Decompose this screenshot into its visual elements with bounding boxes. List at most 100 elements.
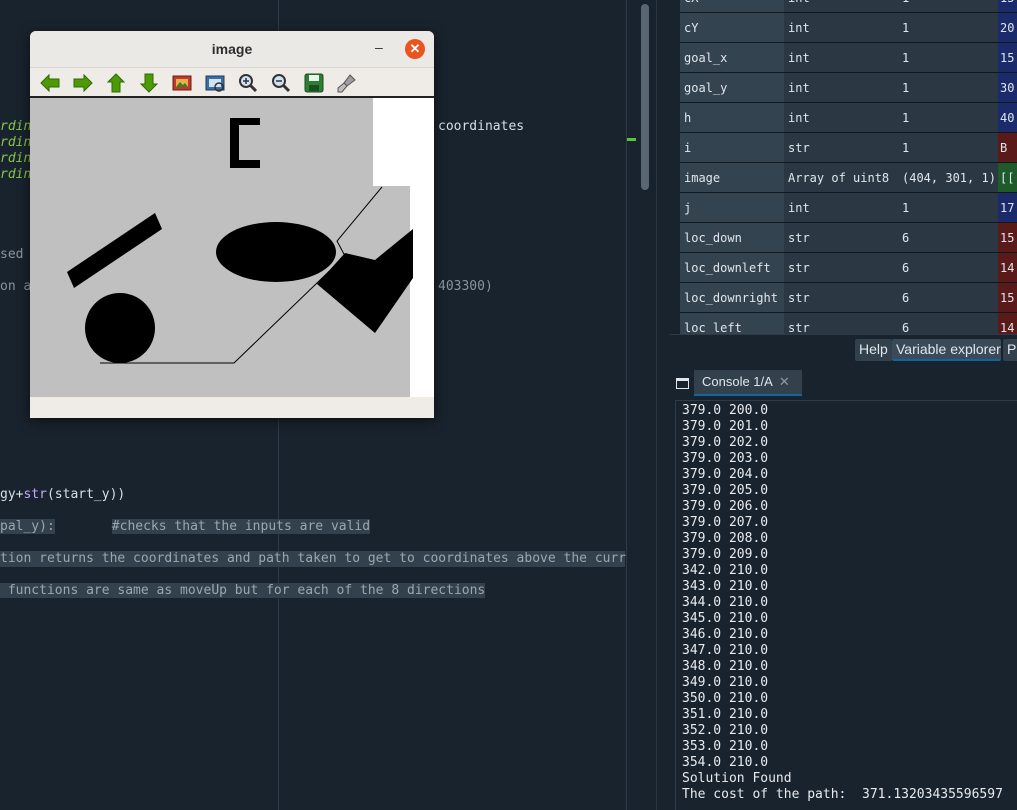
ellipse-obstacle [216, 222, 336, 282]
arrow-up-icon[interactable] [105, 72, 127, 94]
console-window-icon[interactable] [676, 378, 689, 389]
variable-value: 30 [998, 73, 1017, 102]
variable-type: str [784, 253, 898, 282]
variable-name: j [680, 193, 784, 222]
code-fragment: gy+ [0, 487, 24, 502]
zoom-in-icon[interactable] [237, 72, 259, 94]
code-fragment: 403300) [438, 279, 493, 294]
console-line: 345.0 210.0 [682, 611, 769, 626]
console-line: 342.0 210.0 [682, 563, 769, 578]
variable-value: 15 [998, 223, 1017, 252]
console-output[interactable]: 379.0 200.0 379.0 201.0 379.0 202.0 379.0 2… [675, 400, 1017, 810]
variable-value: 40 [998, 103, 1017, 132]
console-line: 379.0 203.0 [682, 451, 769, 466]
variable-type: int [784, 193, 898, 222]
variable-row[interactable]: cY int 1 20 [680, 13, 1017, 43]
variable-type: int [784, 73, 898, 102]
variable-size: 1 [898, 43, 998, 72]
ipython-console[interactable]: Console 1/A ✕ 379.0 200.0 379.0 201.0 379.0… [670, 364, 1017, 810]
zoom-region-icon[interactable] [204, 72, 226, 94]
variable-row[interactable]: loc_left str 6 14 [680, 313, 1017, 334]
console-tab-label: Console 1/A [702, 374, 773, 389]
variable-type: str [784, 133, 898, 162]
code-line: functions are same as moveUp but for eac… [0, 583, 486, 599]
variable-row[interactable]: loc_downleft str 6 14 [680, 253, 1017, 283]
variable-size: 1 [898, 13, 998, 42]
minimize-button[interactable]: – [375, 39, 389, 55]
console-line: 379.0 204.0 [682, 467, 769, 482]
variable-row[interactable]: image Array of uint8 (404, 301, 1)[[ [680, 163, 1017, 193]
arrow-down-icon[interactable] [138, 72, 160, 94]
tab-help[interactable]: Help [855, 339, 892, 361]
console-line: 349.0 210.0 [682, 675, 769, 690]
brush-icon[interactable] [336, 72, 358, 94]
variable-value: 15 [998, 0, 1017, 12]
variable-size: (404, 301, 1) [898, 163, 998, 192]
white-region [410, 186, 434, 397]
variable-name: loc_left [680, 313, 784, 334]
variable-size: 1 [898, 103, 998, 132]
variable-row[interactable]: goal_x int 1 15 [680, 43, 1017, 73]
variable-explorer[interactable]: cXint115cYint120goal_xint115goal_yint130… [670, 0, 1017, 334]
reset-zoom-icon[interactable] [171, 72, 193, 94]
variable-type: int [784, 43, 898, 72]
variable-size: 6 [898, 223, 998, 252]
console-line: 379.0 202.0 [682, 435, 769, 450]
variable-value: 17 [998, 193, 1017, 222]
code-line: pal_y): #checks that the inputs are valid [0, 519, 371, 535]
code-fragment: pal_y): [0, 519, 55, 534]
window-title: image [211, 41, 253, 57]
close-icon[interactable]: ✕ [779, 374, 790, 389]
variable-type: int [784, 0, 898, 12]
variable-type: int [784, 103, 898, 132]
status-bar [30, 397, 434, 418]
scrollbar-marker [627, 138, 636, 141]
variable-type: Array of uint8 [784, 163, 898, 192]
variable-size: 6 [898, 283, 998, 312]
variable-value: 15 [998, 43, 1017, 72]
code-fragment: (start_y)) [46, 487, 126, 502]
editor-scrollbar[interactable] [626, 0, 656, 810]
console-line: The cost of the path: 371.13203435596597 [682, 787, 1003, 802]
save-icon[interactable] [303, 72, 325, 94]
code-line: tion returns the coordinates and path ta… [0, 551, 650, 567]
variable-name: goal_x [680, 43, 784, 72]
variable-row[interactable]: loc_down str 6 15 [680, 223, 1017, 253]
variable-name: cY [680, 13, 784, 42]
variable-size: 1 [898, 0, 998, 12]
console-line: 379.0 207.0 [682, 515, 769, 530]
tab-console[interactable]: Console 1/A ✕ [694, 370, 802, 396]
console-line: 347.0 210.0 [682, 643, 769, 658]
scrollbar-thumb[interactable] [641, 4, 649, 190]
bracket-obstacle [230, 160, 260, 168]
obstacle-map [30, 98, 434, 397]
variable-size: 1 [898, 73, 998, 102]
variable-row[interactable]: j int 1 17 [680, 193, 1017, 223]
console-tabbar: Console 1/A ✕ [670, 370, 1017, 398]
zoom-out-icon[interactable] [270, 72, 292, 94]
variable-row[interactable]: h int 1 40 [680, 103, 1017, 133]
code-comment: tion returns the coordinates and path ta… [0, 551, 650, 567]
arrow-right-icon[interactable] [72, 72, 94, 94]
variable-row[interactable]: goal_y int 1 30 [680, 73, 1017, 103]
variable-row[interactable]: loc_downright str 6 15 [680, 283, 1017, 313]
tab-variable-explorer[interactable]: Variable explorer [892, 339, 1001, 361]
variable-size: 1 [898, 193, 998, 222]
variable-type: int [784, 13, 898, 42]
pane-splitter[interactable] [656, 0, 670, 810]
console-line: 379.0 209.0 [682, 547, 769, 562]
console-line: 350.0 210.0 [682, 691, 769, 706]
tab-plots[interactable]: P [1003, 339, 1017, 361]
console-line: 344.0 210.0 [682, 595, 769, 610]
window-titlebar[interactable]: image – ✕ [30, 31, 434, 68]
image-window[interactable]: image – ✕ [30, 31, 434, 418]
variable-row[interactable]: i str 1 B [680, 133, 1017, 163]
variable-row[interactable]: cXint115 [680, 0, 1017, 13]
variable-value: B [998, 133, 1017, 162]
variable-name: cX [680, 0, 784, 12]
variable-size: 6 [898, 313, 998, 334]
arrow-left-icon[interactable] [39, 72, 61, 94]
console-line: 348.0 210.0 [682, 659, 769, 674]
image-canvas[interactable] [30, 98, 434, 397]
close-button[interactable]: ✕ [405, 39, 425, 59]
